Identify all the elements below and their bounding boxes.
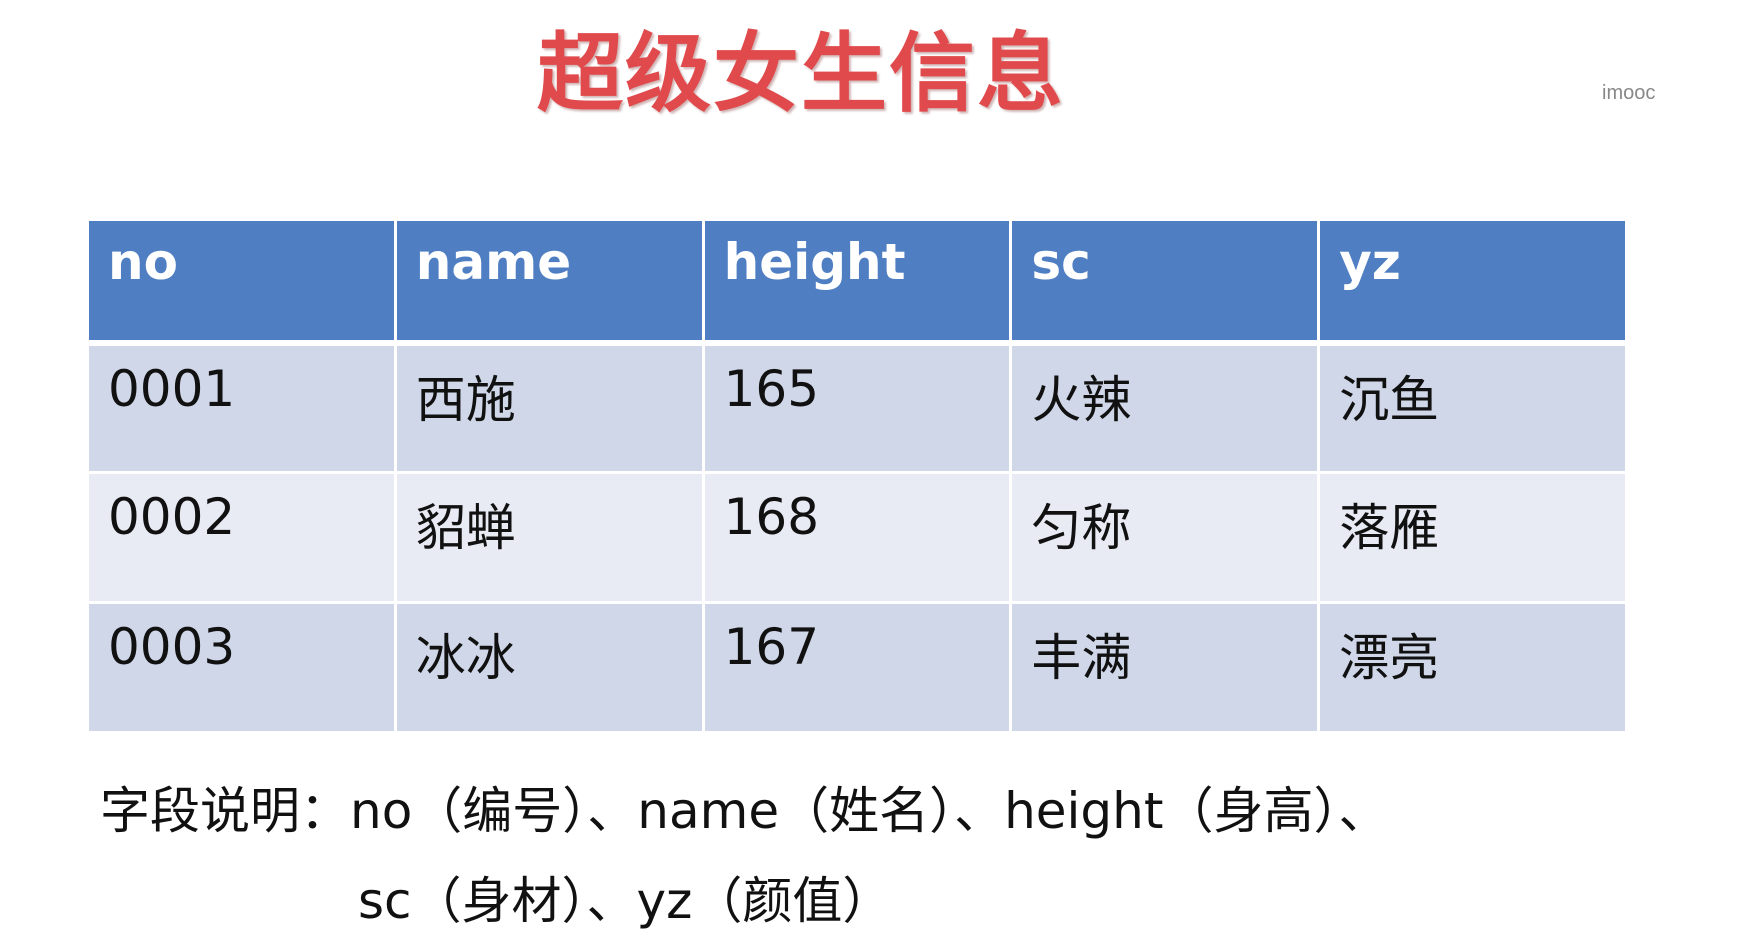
column-header-sc: sc xyxy=(1009,218,1321,344)
cell-name: 西施 xyxy=(393,341,705,474)
cell-name: 貂蝉 xyxy=(393,471,705,604)
cell-sc: 火辣 xyxy=(1009,341,1321,474)
cell-name: 冰冰 xyxy=(393,601,705,734)
cell-yz: 沉鱼 xyxy=(1317,341,1628,474)
cell-sc: 匀称 xyxy=(1009,471,1321,604)
cell-no: 0002 xyxy=(86,471,397,604)
cell-no: 0003 xyxy=(86,601,397,734)
cell-yz: 漂亮 xyxy=(1317,601,1628,734)
column-header-yz: yz xyxy=(1317,218,1628,344)
cell-no: 0001 xyxy=(86,341,397,474)
table-row: 0001 西施 165 火辣 沉鱼 xyxy=(86,341,1628,474)
page-title: 超级女生信息 xyxy=(537,24,1065,124)
cell-height: 168 xyxy=(701,471,1013,604)
watermark-logo: imooc xyxy=(1602,82,1656,104)
column-header-height: height xyxy=(701,218,1013,344)
table-row: 0002 貂蝉 168 匀称 落雁 xyxy=(86,471,1628,604)
field-description-line-2: sc（身材）、yz（颜值） xyxy=(358,872,893,930)
field-description-line-1: 字段说明：no（编号）、name（姓名）、height（身高）、 xyxy=(100,782,1389,840)
table-row: 0003 冰冰 167 丰满 漂亮 xyxy=(86,601,1628,734)
cell-height: 165 xyxy=(701,341,1013,474)
info-table: no name height sc yz 0001 西施 165 火辣 沉鱼 0… xyxy=(86,218,1628,734)
table-header-row: no name height sc yz xyxy=(86,218,1628,344)
column-header-no: no xyxy=(86,218,397,344)
cell-sc: 丰满 xyxy=(1009,601,1321,734)
cell-yz: 落雁 xyxy=(1317,471,1628,604)
column-header-name: name xyxy=(393,218,705,344)
cell-height: 167 xyxy=(701,601,1013,734)
